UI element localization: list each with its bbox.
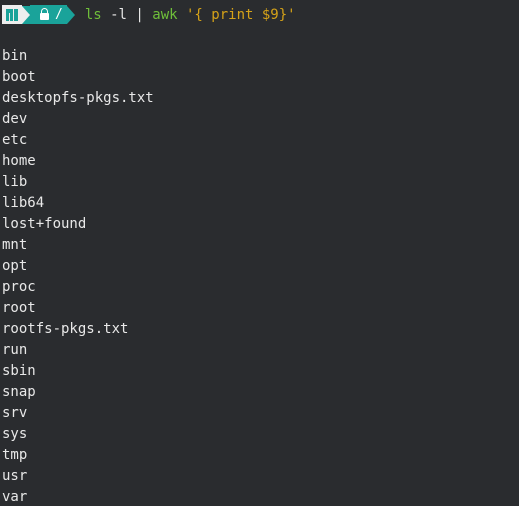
command-filter: awk (152, 6, 178, 23)
output-line: lost+found (2, 216, 87, 232)
command-output: bin boot desktopfs-pkgs.txt dev etc home… (2, 46, 154, 506)
output-line: rootfs-pkgs.txt (2, 321, 129, 337)
output-line: var (2, 489, 28, 505)
current-directory: / (55, 7, 63, 22)
output-line: snap (2, 384, 36, 400)
terminal-window[interactable]: / ls -l | awk '{ print $9}' bin boot des… (0, 0, 519, 506)
segment-separator (66, 5, 75, 24)
command-input[interactable]: ls -l | awk '{ print $9}' (85, 7, 296, 23)
command-args: -l (101, 6, 136, 23)
output-line: srv (2, 405, 28, 421)
output-line: home (2, 153, 36, 169)
command-pipe: | (135, 6, 144, 23)
output-line: tmp (2, 447, 28, 463)
command-program: ls (84, 6, 102, 23)
output-line: usr (2, 468, 28, 484)
output-line: boot (2, 69, 36, 85)
output-line: lib64 (2, 195, 45, 211)
output-line: sbin (2, 363, 36, 379)
output-line: bin (2, 48, 28, 64)
lock-icon (40, 8, 49, 20)
output-line: etc (2, 132, 28, 148)
output-line: run (2, 342, 28, 358)
output-line: lib (2, 174, 28, 190)
segment-separator (22, 5, 30, 24)
directory-segment: / (30, 5, 67, 24)
manjaro-logo-icon (2, 5, 22, 24)
prompt-line: / ls -l | awk '{ print $9}' (2, 5, 296, 24)
output-line: mnt (2, 237, 28, 253)
output-line: sys (2, 426, 28, 442)
output-line: opt (2, 258, 28, 274)
output-line: desktopfs-pkgs.txt (2, 90, 154, 106)
output-line: root (2, 300, 36, 316)
output-line: dev (2, 111, 28, 127)
command-filter-arg: '{ print $9}' (177, 6, 296, 23)
output-line: proc (2, 279, 36, 295)
